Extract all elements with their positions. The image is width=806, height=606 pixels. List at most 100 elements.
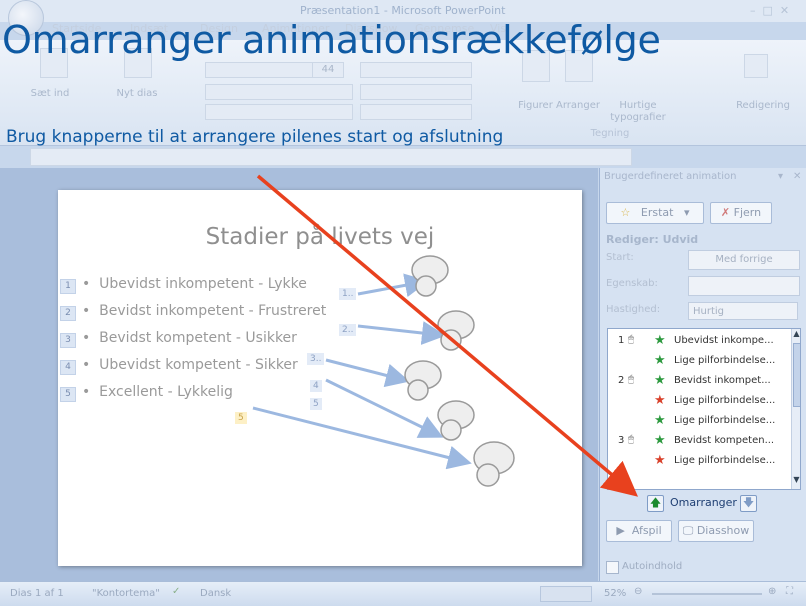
path-tag-4: 4 [310, 380, 322, 392]
star-icon: ☆ [620, 206, 631, 219]
paragraph-row-1[interactable] [360, 62, 472, 78]
fit-window-icon[interactable]: ⛶ [786, 586, 793, 597]
font-format-row-2[interactable] [205, 104, 353, 120]
list-item[interactable]: ★ Lige pilforbindelse... [608, 391, 784, 411]
start-label: Start: [606, 252, 634, 263]
zoom-level[interactable]: 52% [604, 588, 626, 599]
paragraph-row-3[interactable] [360, 104, 472, 120]
instruction-text: Brug knapperne til at arrangere pilenes … [6, 127, 504, 147]
list-item[interactable]: 3 🖱 ★ Bevidst kompeten... [608, 431, 784, 451]
arrange-button[interactable]: Arranger [553, 100, 603, 112]
move-up-button[interactable]: 🡅 [647, 495, 664, 512]
path-tag-3: 3.. [307, 353, 325, 365]
list-item[interactable]: ★ Lige pilforbindelse... [608, 351, 784, 371]
play-button[interactable]: ▶ Afspil [606, 520, 672, 542]
zoom-in-icon[interactable]: ⊕ [768, 586, 776, 597]
slideshow-button[interactable]: 🖵 Diasshow [678, 520, 754, 542]
start-select[interactable]: Med forrige [688, 250, 800, 270]
language[interactable]: Dansk [200, 588, 231, 599]
motion-path-3[interactable] [325, 358, 410, 388]
remove-label: Fjern [733, 206, 762, 219]
path-tag-5-end: 5 [235, 412, 247, 424]
zoom-out-icon[interactable]: ⊖ [634, 586, 642, 597]
property-select[interactable] [688, 276, 800, 296]
speed-select[interactable]: Hurtig [688, 302, 798, 320]
list-item-text: Lige pilforbindelse... [674, 455, 776, 466]
format-toolbar [30, 148, 632, 166]
list-item[interactable]: 2 🖱 ★ Bevidst inkompet... [608, 371, 784, 391]
theme-name: "Kontortema" [92, 588, 160, 599]
speed-label: Hastighed: [606, 304, 661, 315]
cartoon-character-3[interactable] [404, 360, 442, 401]
new-slide-button[interactable]: Nyt dias [112, 88, 162, 100]
remove-icon: ✗ [720, 206, 731, 219]
move-down-button[interactable]: 🡇 [740, 495, 757, 512]
list-item[interactable]: ★ Lige pilforbindelse... [608, 451, 784, 471]
pane-menu-icon[interactable]: ▾ [778, 171, 783, 182]
spellcheck-icon[interactable]: ✓ [172, 586, 180, 597]
motion-path-layer [252, 255, 515, 487]
green-star-icon: ★ [654, 353, 666, 368]
mouse-click-icon: 🖱 [628, 374, 634, 385]
play-label: Afspil [631, 524, 662, 537]
cartoon-character-1[interactable] [411, 255, 449, 297]
reorder-label: Omarranger [670, 496, 737, 509]
list-item-number: 1 [618, 335, 625, 346]
list-item-text: Bevidst inkompet... [674, 375, 771, 386]
path-tag-1: 1.. [339, 288, 357, 300]
chevron-down-icon: ▾ [683, 206, 690, 219]
list-item-number: 3 [618, 435, 625, 446]
zoom-slider[interactable] [652, 593, 762, 595]
motion-path-5[interactable] [252, 406, 472, 470]
pane-header: Brugerdefineret animation ▾ ✕ [600, 168, 806, 186]
speed-value: Hurtig [693, 306, 725, 317]
motion-path-1[interactable] [357, 273, 429, 298]
list-item[interactable]: 1 🖱 ★ Ubevidst inkompe... [608, 331, 784, 351]
slideshow-icon: 🖵 [682, 524, 694, 537]
start-value: Med forrige [715, 254, 773, 265]
reorder-bar: 🡅 Omarranger 🡇 [600, 490, 806, 516]
replace-button[interactable]: ☆ Erstat ▾ [606, 202, 704, 224]
green-star-icon: ★ [654, 413, 666, 428]
mouse-click-icon: 🖱 [628, 434, 634, 445]
green-star-icon: ★ [654, 373, 666, 388]
list-item[interactable]: ★ Lige pilforbindelse... [608, 411, 784, 431]
path-tag-5: 5 [310, 398, 322, 410]
down-arrow-icon: 🡇 [742, 496, 755, 509]
window-title: Præsentation1 - Microsoft PowerPoint [300, 4, 506, 17]
motion-path-2[interactable] [357, 321, 446, 345]
font-size-select[interactable]: 44 [312, 62, 344, 78]
page-title: Omarranger animationsrækkefølge [2, 18, 661, 62]
window-controls[interactable]: – □ ✕ [750, 4, 789, 17]
list-item-text: Lige pilforbindelse... [674, 355, 776, 366]
list-scrollbar[interactable]: ▲ ▼ [791, 329, 800, 489]
cartoon-character-4[interactable] [437, 400, 475, 441]
drawing-group-label: Tegning [590, 128, 630, 139]
remove-button[interactable]: ✗ Fjern [710, 202, 772, 224]
slide-canvas[interactable]: Stadier på livets vej 1 • Ubevidst inkom… [58, 190, 582, 566]
list-item-text: Ubevidst inkompe... [674, 335, 774, 346]
animation-list[interactable]: 1 🖱 ★ Ubevidst inkompe... ★ Lige pilforb… [607, 328, 801, 490]
custom-animation-pane: Brugerdefineret animation ▾ ✕ ☆ Erstat ▾… [599, 168, 806, 581]
scroll-down-icon[interactable]: ▼ [792, 475, 800, 487]
cartoon-character-5[interactable] [473, 441, 515, 487]
scroll-up-icon[interactable]: ▲ [792, 329, 800, 341]
slideshow-label: Diasshow [696, 524, 750, 537]
list-item-text: Lige pilforbindelse... [674, 395, 776, 406]
paste-button[interactable]: Sæt ind [30, 88, 70, 100]
replace-label: Erstat [640, 206, 674, 219]
list-item-text: Lige pilforbindelse... [674, 415, 776, 426]
autopreview-checkbox[interactable] [606, 561, 619, 574]
quick-styles-button[interactable]: Hurtige typografier [608, 100, 668, 124]
red-star-icon: ★ [654, 393, 666, 408]
property-label: Egenskab: [606, 278, 658, 289]
green-star-icon: ★ [654, 333, 666, 348]
view-buttons[interactable] [540, 586, 592, 602]
pane-close-icon[interactable]: ✕ [793, 171, 801, 182]
slide-count: Dias 1 af 1 [10, 588, 64, 599]
paragraph-row-2[interactable] [360, 84, 472, 100]
scroll-thumb[interactable] [793, 343, 800, 407]
editing-button[interactable]: Redigering [730, 100, 796, 112]
font-format-row[interactable] [205, 84, 353, 100]
cartoon-character-2[interactable] [437, 310, 475, 351]
